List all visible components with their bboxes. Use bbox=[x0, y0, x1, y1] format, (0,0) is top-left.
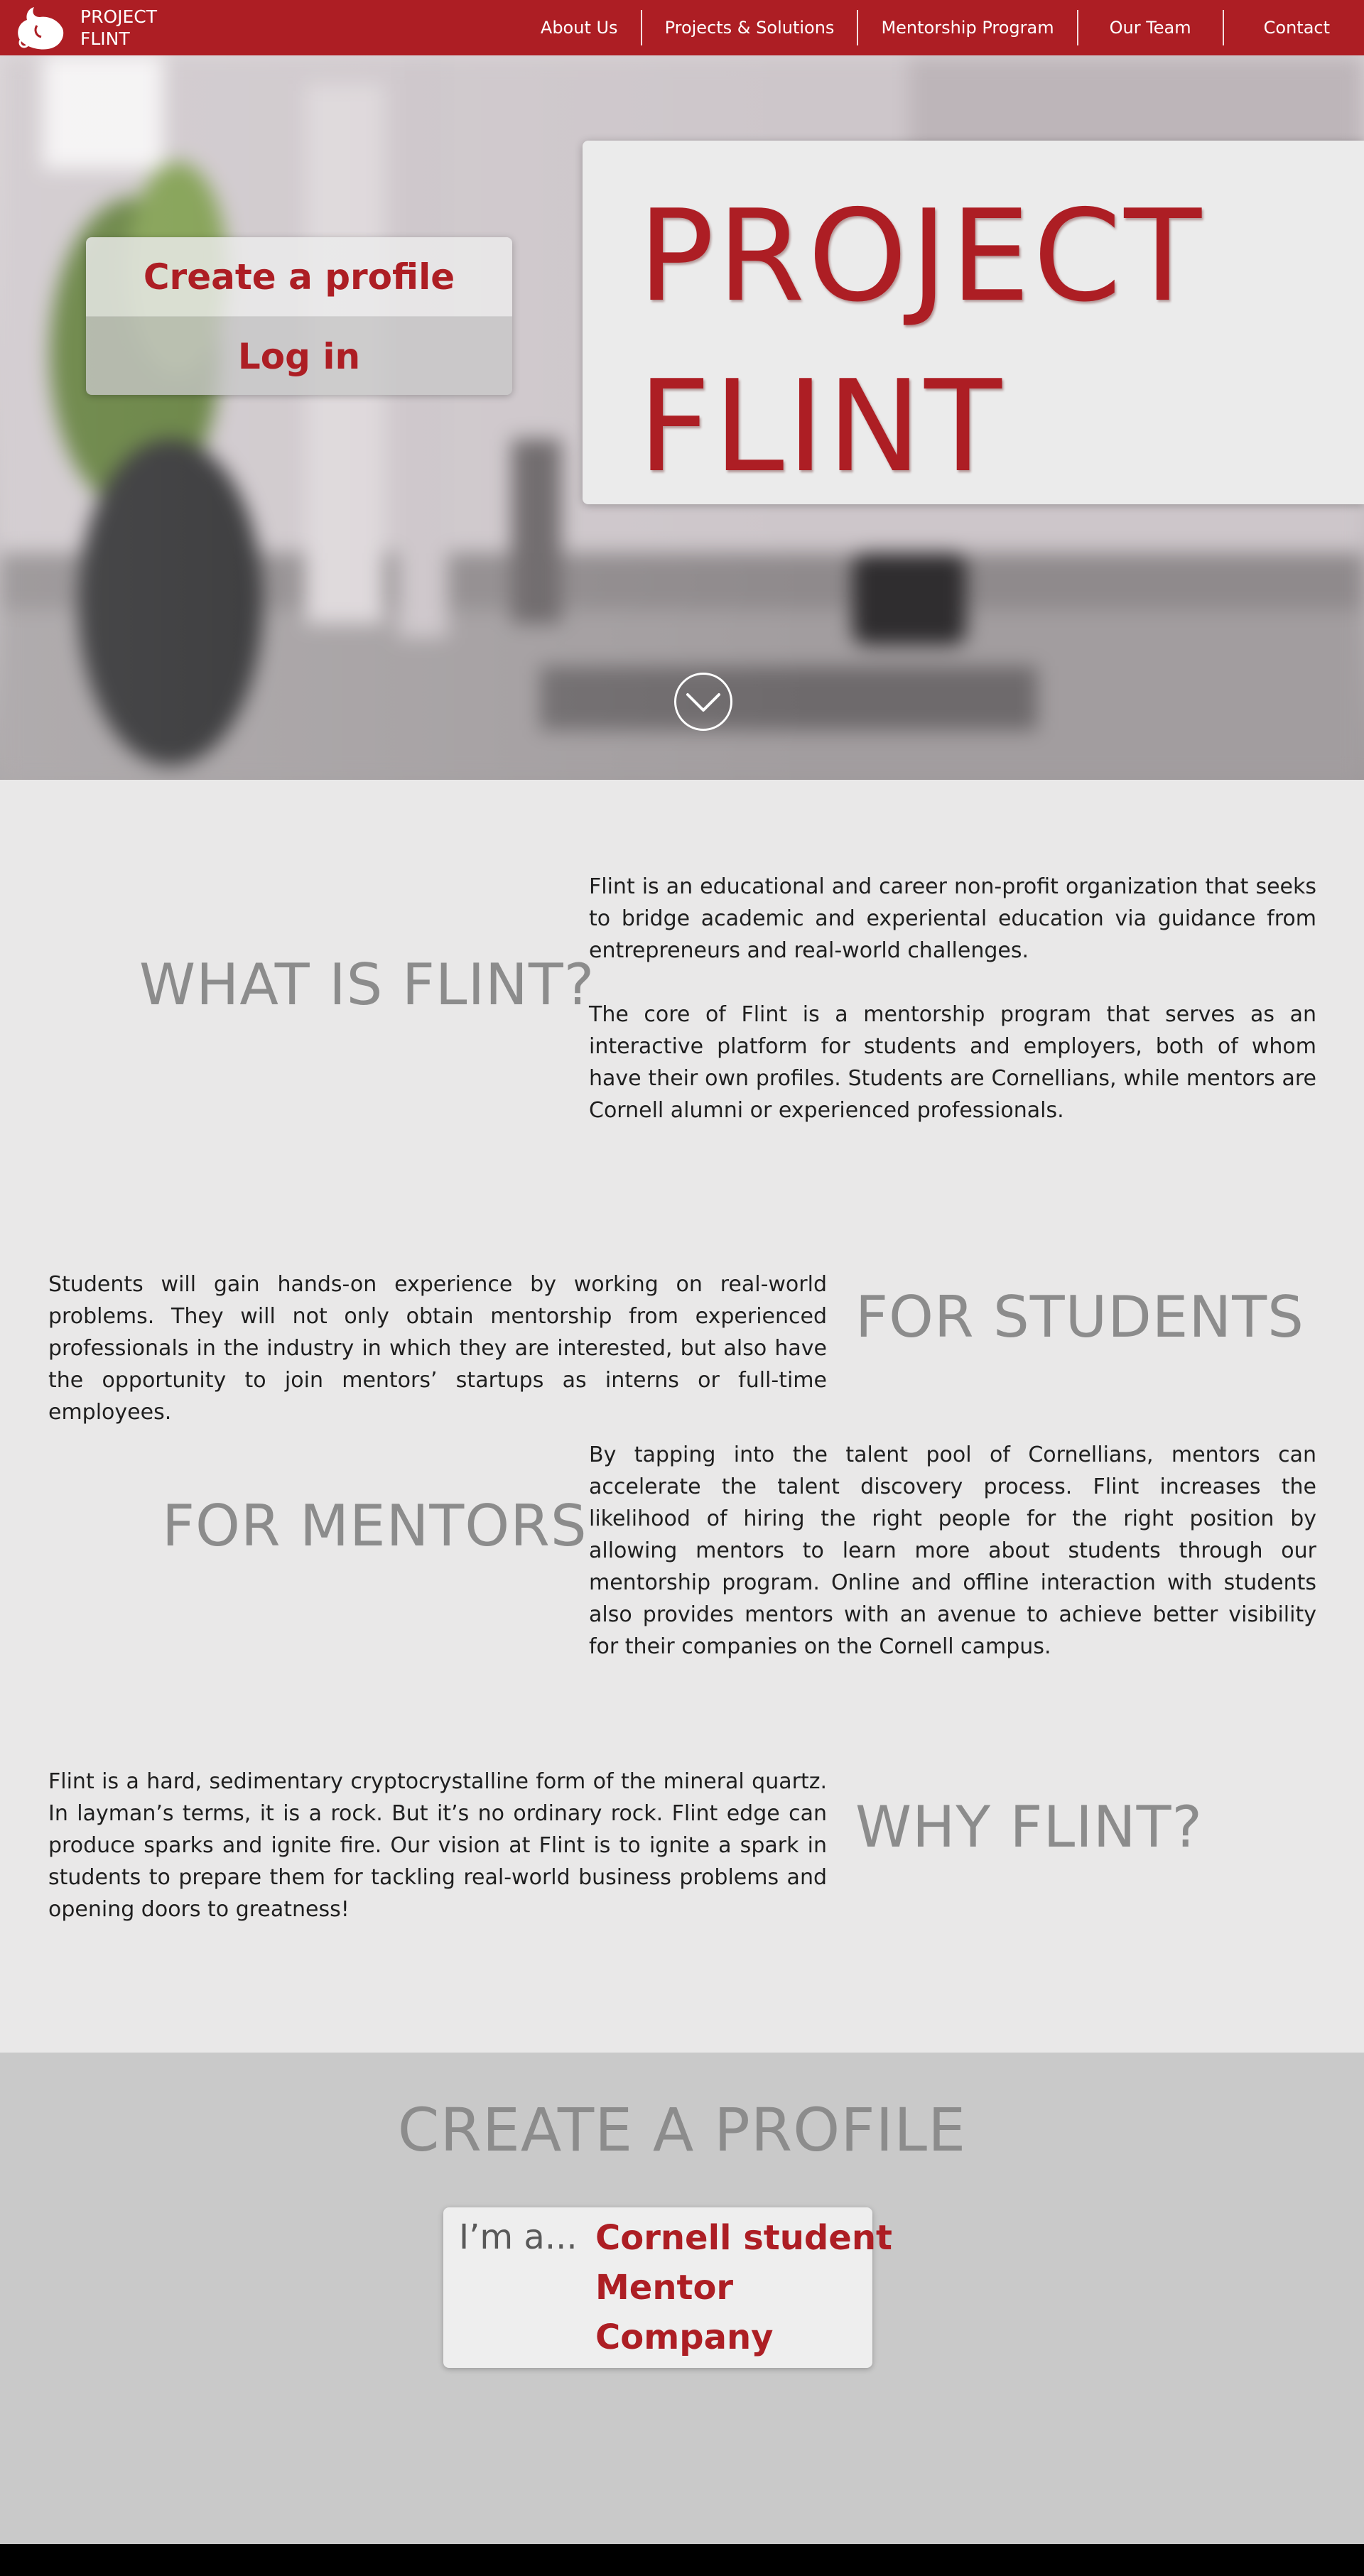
profile-type-card: I’m a... Cornell student Mentor Company bbox=[443, 2207, 892, 2368]
option-cornell-student[interactable]: Cornell student bbox=[595, 2213, 892, 2263]
why-flint-text: Flint is a hard, sedimentary cryptocryst… bbox=[48, 1769, 827, 1922]
what-is-flint-paragraph-2: The core of Flint is a mentorship progra… bbox=[589, 1002, 1316, 1123]
hero-title-card: PROJECT FLINT bbox=[583, 141, 1364, 504]
logo-text[interactable]: PROJECT FLINT bbox=[80, 6, 157, 50]
what-is-flint-text: Flint is an educational and career non-p… bbox=[589, 871, 1316, 1126]
logo-text-line1: PROJECT bbox=[80, 6, 158, 27]
hero-title-line1: PROJECT bbox=[638, 183, 1205, 330]
auth-card: Create a profile Log in bbox=[86, 237, 512, 395]
logo-text-line2: FLINT bbox=[80, 28, 130, 49]
create-profile-heading: CREATE A PROFILE bbox=[397, 2095, 967, 2165]
nav-link-mentorship-program[interactable]: Mentorship Program bbox=[858, 10, 1076, 45]
for-mentors-heading: FOR MENTORS bbox=[162, 1493, 588, 1559]
hero-section: Create a profile Log in PROJECT FLINT bbox=[0, 55, 1364, 780]
profile-type-prompt: I’m a... bbox=[459, 2217, 578, 2257]
create-profile-button[interactable]: Create a profile bbox=[86, 237, 512, 317]
nav-link-contact[interactable]: Contact bbox=[1224, 10, 1364, 45]
nav-link-projects-solutions[interactable]: Projects & Solutions bbox=[642, 10, 857, 45]
why-flint-heading: WHY FLINT? bbox=[855, 1794, 1203, 1860]
hero-title-line2: FLINT bbox=[638, 353, 1005, 500]
for-mentors-text: By tapping into the talent pool of Corne… bbox=[589, 1442, 1316, 1659]
nav-link-about-us[interactable]: About Us bbox=[518, 10, 641, 45]
profile-type-options: Cornell student Mentor Company bbox=[595, 2213, 892, 2362]
for-students-text: Students will gain hands-on experience b… bbox=[48, 1272, 827, 1425]
top-nav-bar: PROJECT FLINT About Us Projects & Soluti… bbox=[0, 0, 1364, 55]
option-company[interactable]: Company bbox=[595, 2313, 892, 2362]
option-mentor[interactable]: Mentor bbox=[595, 2263, 892, 2313]
nav-links: About Us Projects & Solutions Mentorship… bbox=[518, 0, 1364, 55]
what-is-flint-paragraph-1: Flint is an educational and career non-p… bbox=[589, 874, 1316, 963]
create-profile-section: CREATE A PROFILE I’m a... Cornell studen… bbox=[0, 2053, 1364, 2544]
nav-link-our-team[interactable]: Our Team bbox=[1078, 10, 1223, 45]
scroll-down-button[interactable] bbox=[674, 673, 732, 731]
chevron-down-icon bbox=[686, 693, 720, 712]
log-in-button[interactable]: Log in bbox=[86, 317, 512, 395]
what-is-flint-heading: WHAT IS FLINT? bbox=[139, 952, 595, 1018]
for-students-heading: FOR STUDENTS bbox=[855, 1284, 1304, 1350]
flint-logo-icon[interactable] bbox=[13, 4, 77, 51]
footer-bar bbox=[0, 2544, 1364, 2576]
